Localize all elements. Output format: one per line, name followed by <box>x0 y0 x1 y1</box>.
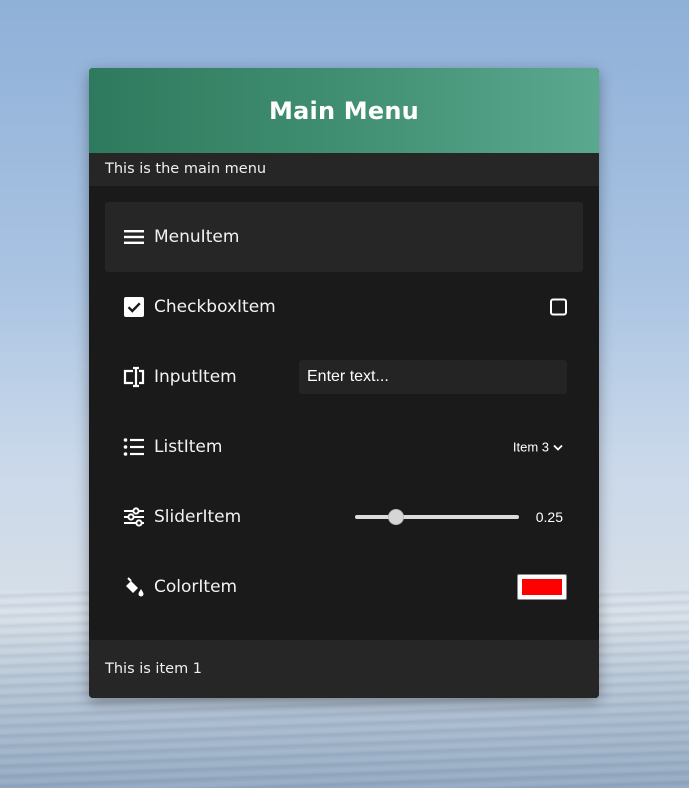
menu-item-label: MenuItem <box>154 227 240 247</box>
menu-subtitle: This is the main menu <box>89 153 599 186</box>
menu-item[interactable]: MenuItem <box>105 202 583 272</box>
slider-value: 0.25 <box>535 509 563 525</box>
chevron-down-icon <box>553 440 563 455</box>
color-picker[interactable] <box>517 574 567 600</box>
slider-item: SliderItem 0.25 <box>105 482 583 552</box>
text-cursor-input-icon <box>123 366 145 388</box>
menu-items: MenuItem CheckboxItem InputItem Enter te… <box>105 202 583 622</box>
list-item: ListItem Item 3 <box>105 412 583 482</box>
value-slider[interactable] <box>355 509 519 525</box>
menu-footer: This is item 1 <box>89 640 599 698</box>
checkbox-item: CheckboxItem <box>105 272 583 342</box>
menu-title: Main Menu <box>269 96 419 125</box>
color-swatch-fill <box>522 579 562 595</box>
paint-bucket-icon <box>123 576 145 598</box>
color-item-label: ColorItem <box>154 577 238 597</box>
text-input[interactable] <box>299 360 567 394</box>
list-item-label: ListItem <box>154 437 223 457</box>
list-dropdown[interactable]: Item 3 <box>513 440 563 455</box>
input-item-label: InputItem <box>154 367 237 387</box>
input-item: InputItem <box>105 342 583 412</box>
hamburger-icon <box>123 226 145 248</box>
slider-track[interactable] <box>355 515 519 519</box>
list-dropdown-value: Item 3 <box>512 439 549 455</box>
main-menu-panel: Main Menu This is the main menu MenuItem… <box>89 68 599 698</box>
checked-box-icon <box>123 296 145 318</box>
sliders-icon <box>123 506 145 528</box>
menu-header: Main Menu <box>89 68 599 153</box>
slider-item-label: SliderItem <box>154 507 242 527</box>
list-icon <box>123 436 145 458</box>
color-item: ColorItem <box>105 552 583 622</box>
checkbox-item-label: CheckboxItem <box>154 297 276 317</box>
checkbox[interactable] <box>550 298 567 316</box>
slider-thumb[interactable] <box>388 509 404 525</box>
